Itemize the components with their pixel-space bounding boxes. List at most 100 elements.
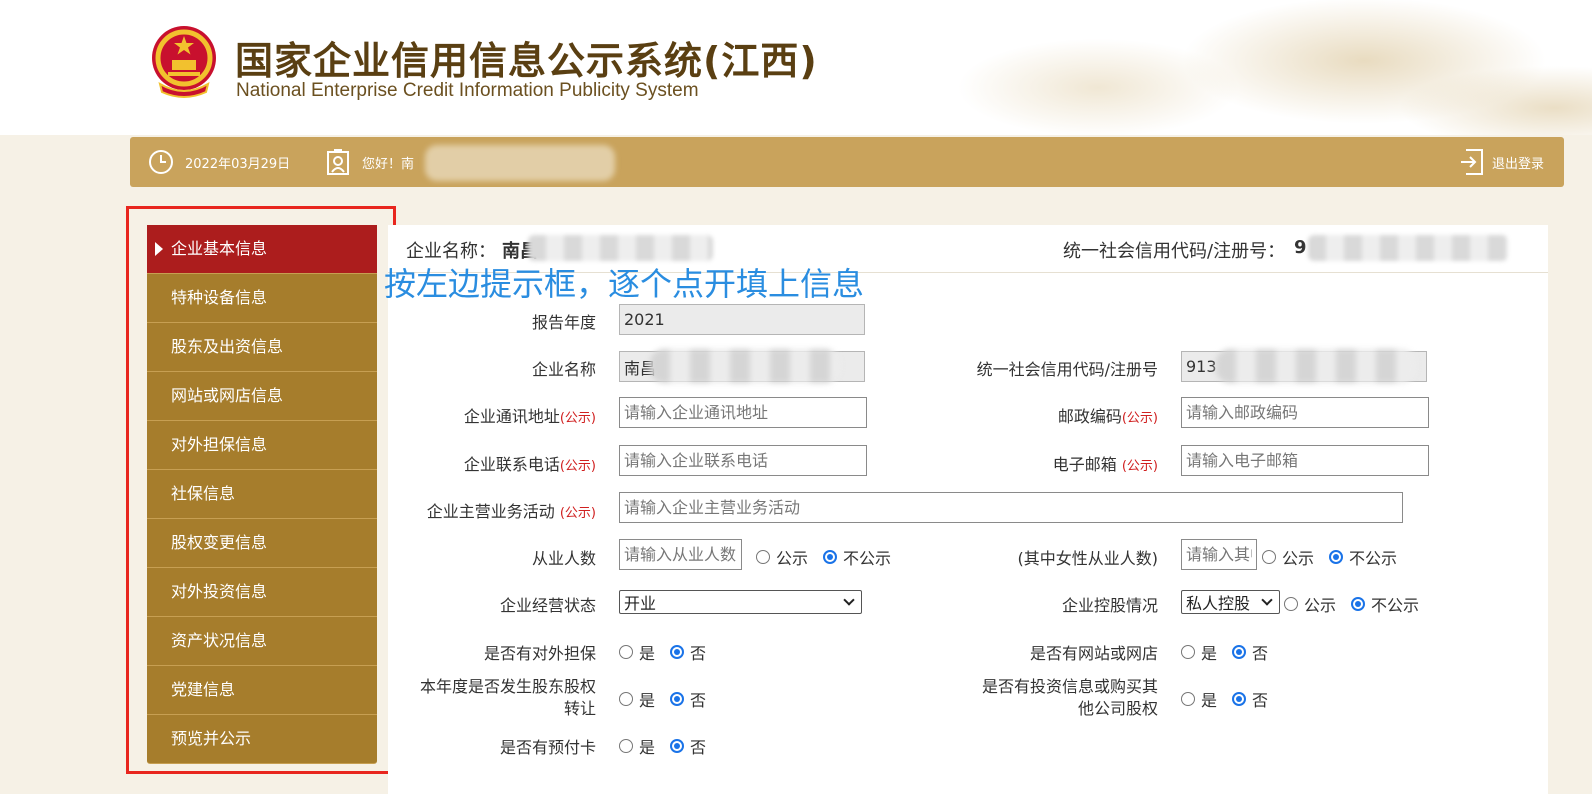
invest-label-line: 他公司股权 — [1077, 699, 1158, 718]
employees-input[interactable] — [619, 539, 742, 570]
top-bar: 2022年03月29日 您好！南 退出登录 — [130, 137, 1564, 187]
equity-yes-radio[interactable]: 是 — [619, 687, 655, 711]
prepaid-yes-radio[interactable]: 是 — [619, 734, 655, 758]
guarantee-no-radio[interactable]: 否 — [670, 640, 706, 664]
radio-dot — [1262, 550, 1276, 564]
investment-no-radio[interactable]: 否 — [1232, 687, 1268, 711]
radio-dot — [619, 645, 633, 659]
employees-not-public-radio[interactable]: 不公示 — [823, 545, 891, 569]
holding-select[interactable]: 私人控股 — [1181, 590, 1280, 614]
sidebar-item-website[interactable]: 网站或网店信息 — [147, 372, 377, 421]
equity-no-radio[interactable]: 否 — [670, 687, 706, 711]
employees-public-radio[interactable]: 公示 — [756, 545, 808, 569]
female-not-public-radio[interactable]: 不公示 — [1329, 545, 1397, 569]
mountain-banner-image — [832, 0, 1592, 135]
equity-label-line: 本年度是否发生股东股权 — [419, 677, 596, 696]
radio-dot — [756, 550, 770, 564]
radio-dot — [1181, 692, 1195, 706]
active-arrow-icon — [155, 242, 163, 256]
national-emblem-icon — [152, 26, 216, 98]
sidebar-item-assets[interactable]: 资产状况信息 — [147, 617, 377, 666]
sidebar-item-label: 对外投资信息 — [171, 582, 268, 601]
holding-not-public-radio[interactable]: 不公示 — [1351, 592, 1419, 616]
logout-icon[interactable] — [1460, 148, 1484, 176]
radio-dot — [670, 692, 684, 706]
chevron-down-icon — [843, 594, 855, 606]
prepaid-no-radio[interactable]: 否 — [670, 734, 706, 758]
phone-label: 企业联系电话(公示) — [388, 451, 596, 475]
sidebar-item-label: 资产状况信息 — [171, 631, 268, 650]
sidebar-item-social-security[interactable]: 社保信息 — [147, 470, 377, 519]
radio-label: 否 — [690, 644, 707, 663]
postcode-input[interactable] — [1181, 397, 1429, 428]
prepaid-card-label: 是否有预付卡 — [499, 738, 596, 757]
address-input[interactable] — [619, 397, 867, 428]
system-subtitle: National Enterprise Credit Information P… — [236, 80, 699, 101]
radio-label: 不公示 — [1371, 596, 1420, 615]
radio-label: 公示 — [1282, 549, 1315, 568]
radio-label: 公示 — [776, 549, 809, 568]
sidebar-item-shareholders[interactable]: 股东及出资信息 — [147, 323, 377, 372]
address-label: 企业通讯地址(公示) — [388, 403, 596, 427]
guarantee-label: 是否有对外担保 — [483, 644, 596, 663]
sidebar-item-preview-publish[interactable]: 预览并公示 — [147, 715, 377, 764]
sidebar-item-label: 股权变更信息 — [171, 533, 268, 552]
status-label: 企业经营状态 — [499, 596, 596, 615]
sidebar-item-label: 股东及出资信息 — [171, 337, 284, 356]
radio-label: 是 — [639, 691, 656, 710]
redacted-enterprise-name — [528, 235, 713, 261]
investment-label: 是否有投资信息或购买其他公司股权 — [948, 676, 1158, 720]
radio-dot — [1232, 692, 1246, 706]
chevron-down-icon — [1261, 594, 1273, 606]
credit-code-field-label: 统一社会信用代码/注册号 — [976, 360, 1158, 379]
guarantee-yes-radio[interactable]: 是 — [619, 640, 655, 664]
radio-dot — [823, 550, 837, 564]
redacted-credit-code — [1308, 235, 1508, 261]
sidebar-item-label: 社保信息 — [171, 484, 236, 503]
radio-dot — [1284, 597, 1298, 611]
website-label: 是否有网站或网店 — [1029, 644, 1158, 663]
email-input[interactable] — [1181, 445, 1429, 476]
status-select[interactable]: 开业 — [619, 590, 862, 614]
sidebar-item-equity-change[interactable]: 股权变更信息 — [147, 519, 377, 568]
radio-label: 否 — [690, 691, 707, 710]
public-tag: (公示) — [1121, 459, 1158, 474]
sidebar-item-special-equipment[interactable]: 特种设备信息 — [147, 274, 377, 323]
business-label-text: 企业主营业务活动 — [426, 502, 555, 521]
radio-label: 是 — [639, 738, 656, 757]
holding-public-radio[interactable]: 公示 — [1284, 592, 1336, 616]
report-year-field — [619, 304, 865, 335]
credit-code-value: 9 — [1294, 237, 1307, 258]
sidebar-item-investment[interactable]: 对外投资信息 — [147, 568, 377, 617]
female-employees-input[interactable] — [1181, 539, 1257, 570]
logout-link[interactable]: 退出登录 — [1492, 153, 1544, 172]
redacted-ent-name — [650, 349, 840, 383]
email-label: 电子邮箱 (公示) — [948, 451, 1158, 475]
radio-dot — [670, 645, 684, 659]
address-label-text: 企业通讯地址 — [463, 407, 560, 426]
public-tag: (公示) — [559, 459, 596, 474]
business-input[interactable] — [619, 492, 1403, 523]
public-tag: (公示) — [1121, 411, 1158, 426]
sidebar-item-label: 企业基本信息 — [171, 239, 268, 258]
phone-input[interactable] — [619, 445, 867, 476]
radio-dot — [619, 739, 633, 753]
radio-dot — [1351, 597, 1365, 611]
sidebar-nav: 企业基本信息 特种设备信息 股东及出资信息 网站或网店信息 对外担保信息 社保信… — [147, 225, 377, 764]
sidebar-item-basic-info[interactable]: 企业基本信息 — [147, 225, 377, 274]
sidebar-item-party[interactable]: 党建信息 — [147, 666, 377, 715]
report-year-label: 报告年度 — [531, 313, 596, 332]
sidebar-item-label: 预览并公示 — [171, 729, 252, 748]
website-yes-radio[interactable]: 是 — [1181, 640, 1217, 664]
postcode-label: 邮政编码(公示) — [948, 403, 1158, 427]
sidebar-item-label: 特种设备信息 — [171, 288, 268, 307]
female-public-radio[interactable]: 公示 — [1262, 545, 1314, 569]
invest-label-line: 是否有投资信息或购买其 — [981, 677, 1158, 696]
public-tag: (公示) — [559, 506, 596, 521]
radio-label: 不公示 — [843, 549, 892, 568]
site-header: 国家企业信用信息公示系统(江西) National Enterprise Cre… — [0, 0, 1592, 135]
website-no-radio[interactable]: 否 — [1232, 640, 1268, 664]
clock-icon — [149, 150, 173, 174]
sidebar-item-guarantee[interactable]: 对外担保信息 — [147, 421, 377, 470]
investment-yes-radio[interactable]: 是 — [1181, 687, 1217, 711]
